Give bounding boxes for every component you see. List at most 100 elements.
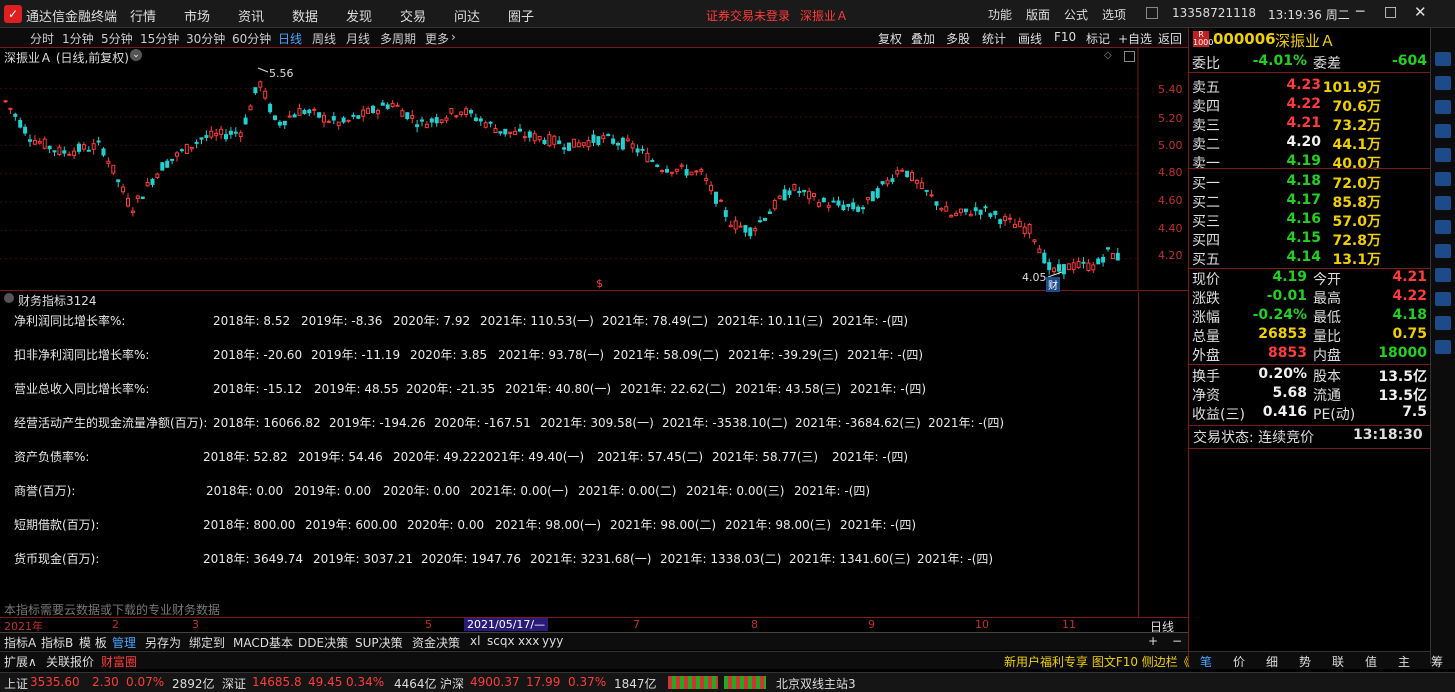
period-item-daily[interactable]: 日线	[278, 30, 302, 47]
ask-level: 卖三	[1192, 118, 1220, 134]
server-name[interactable]: 北京双线主站3	[776, 675, 856, 692]
close-icon[interactable]: ✕	[1414, 3, 1427, 21]
hs-index[interactable]: 4900.37	[470, 675, 520, 689]
side-tool-icon[interactable]	[1435, 76, 1451, 90]
tool-button[interactable]: F10	[1054, 30, 1076, 44]
quote-tab[interactable]: 笔	[1200, 653, 1212, 670]
indicator-tab[interactable]: 模 板	[79, 634, 107, 651]
period-item[interactable]: 15分钟	[140, 30, 179, 47]
extend-tab[interactable]: 财富圈	[101, 653, 137, 670]
period-item[interactable]: 周线	[312, 30, 336, 47]
minimize-icon[interactable]: ─	[1356, 4, 1364, 20]
extend-tab[interactable]: 扩展∧	[4, 653, 37, 670]
sz-index[interactable]: 14685.8	[252, 675, 302, 689]
promo-link[interactable]: 新用户福利专享 图文F10 侧边栏《	[1004, 653, 1190, 670]
stat-label: 最高	[1313, 291, 1341, 307]
sh-label: 上证	[4, 677, 29, 691]
chevron-right-icon[interactable]: ›	[451, 30, 456, 44]
side-tool-icon[interactable]	[1435, 220, 1451, 234]
candle-body	[669, 171, 674, 174]
side-tool-icon[interactable]	[1435, 244, 1451, 258]
menu-item-options[interactable]: 选项	[1102, 6, 1126, 23]
side-tool-icon[interactable]	[1435, 196, 1451, 210]
indicator-tab[interactable]: 另存为	[145, 634, 181, 651]
candle-body	[405, 112, 410, 120]
tool-button[interactable]: 多股	[946, 30, 970, 47]
indicator-tab[interactable]: 绑定到	[189, 634, 225, 651]
finance-tag[interactable]: 财	[1046, 277, 1060, 292]
quote-tab[interactable]: 筹	[1431, 653, 1443, 670]
quote-tab[interactable]: 主	[1398, 653, 1410, 670]
menu-item[interactable]: 资讯	[238, 6, 264, 25]
period-item[interactable]: 5分钟	[101, 30, 133, 47]
side-tool-icon[interactable]	[1435, 52, 1451, 66]
trade-status: 交易状态: 连续竞价	[1193, 430, 1315, 446]
login-status[interactable]: 证券交易未登录	[706, 7, 790, 24]
menu-item-layout[interactable]: 版面	[1026, 6, 1050, 23]
extend-tab[interactable]: 关联报价	[46, 653, 94, 670]
indicator-tab[interactable]: DDE决策	[298, 634, 348, 651]
menu-item[interactable]: 行情	[130, 6, 156, 25]
quote-tab[interactable]: 价	[1233, 653, 1245, 670]
period-item-more[interactable]: 更多	[425, 30, 449, 47]
date-month: 11	[1062, 618, 1076, 631]
indicator-tab[interactable]: MACD基本	[233, 634, 293, 651]
finance-value: 2021年: 0.00(一)	[470, 484, 569, 498]
dividend-icon[interactable]: $	[596, 277, 603, 290]
tool-button[interactable]: +自选	[1118, 30, 1152, 47]
indicator-tab[interactable]: 指标B	[41, 634, 73, 651]
menu-item-formula[interactable]: 公式	[1064, 6, 1088, 23]
tool-button[interactable]: 复权	[878, 30, 902, 47]
indicator-tab[interactable]: yyy	[542, 634, 563, 648]
side-tool-icon[interactable]	[1435, 172, 1451, 186]
menu-item[interactable]: 交易	[400, 6, 426, 25]
maximize-icon[interactable]: □	[1384, 4, 1397, 20]
zoom-out-icon[interactable]: −	[1172, 634, 1182, 648]
indicator-tab[interactable]: 管理	[112, 634, 136, 651]
menu-item[interactable]: 市场	[184, 6, 210, 25]
indicator-tab[interactable]: xxx	[518, 634, 539, 648]
stock-link[interactable]: 深振业Ａ	[800, 7, 848, 24]
sh-index[interactable]: 3535.60	[30, 675, 80, 689]
side-tool-icon[interactable]	[1435, 340, 1451, 354]
chevron-down-icon[interactable]	[4, 293, 14, 303]
tool-button[interactable]: 标记	[1086, 30, 1110, 47]
indicator-tab[interactable]: scqx	[487, 634, 515, 648]
finance-value: 2021年: -(四)	[847, 348, 924, 362]
message-icon[interactable]	[1146, 7, 1158, 19]
stat-label: 涨幅	[1192, 310, 1220, 326]
period-item[interactable]: 1分钟	[62, 30, 94, 47]
candle-body	[483, 122, 488, 128]
tool-button[interactable]: 统计	[982, 30, 1006, 47]
indicator-tab[interactable]: SUP决策	[355, 634, 403, 651]
zoom-in-icon[interactable]: +	[1148, 634, 1158, 648]
indicator-tab[interactable]: 指标A	[4, 634, 36, 651]
quote-tab[interactable]: 值	[1365, 653, 1377, 670]
period-item[interactable]: 60分钟	[232, 30, 271, 47]
indicator-tab[interactable]: xl	[470, 634, 480, 648]
kline-chart[interactable]: 深振业Ａ (日线,前复权) ⌄ ◇ 5.56 4.05 财 5.40 5.20 …	[0, 48, 1188, 292]
quote-tab[interactable]: 细	[1266, 653, 1278, 670]
side-tool-icon[interactable]	[1435, 100, 1451, 114]
menu-item[interactable]: 圈子	[508, 6, 534, 25]
side-tool-icon[interactable]	[1435, 148, 1451, 162]
candle-body	[1042, 252, 1047, 264]
menu-item[interactable]: 数据	[292, 6, 318, 25]
quote-tab[interactable]: 势	[1299, 653, 1311, 670]
side-tool-icon[interactable]	[1435, 316, 1451, 330]
period-item[interactable]: 多周期	[380, 30, 416, 47]
side-tool-icon[interactable]	[1435, 124, 1451, 138]
menu-item-function[interactable]: 功能	[988, 6, 1012, 23]
tool-button[interactable]: 画线	[1018, 30, 1042, 47]
quote-tab[interactable]: 联	[1332, 653, 1344, 670]
indicator-tab[interactable]: 资金决策	[412, 634, 460, 651]
menu-item[interactable]: 问达	[454, 6, 480, 25]
period-item[interactable]: 30分钟	[186, 30, 225, 47]
tool-button[interactable]: 返回	[1158, 30, 1182, 47]
period-item[interactable]: 分时	[30, 30, 54, 47]
tool-button[interactable]: 叠加	[911, 30, 935, 47]
side-tool-icon[interactable]	[1435, 268, 1451, 282]
side-tool-icon[interactable]	[1435, 292, 1451, 306]
period-item[interactable]: 月线	[346, 30, 370, 47]
menu-item[interactable]: 发现	[346, 6, 372, 25]
